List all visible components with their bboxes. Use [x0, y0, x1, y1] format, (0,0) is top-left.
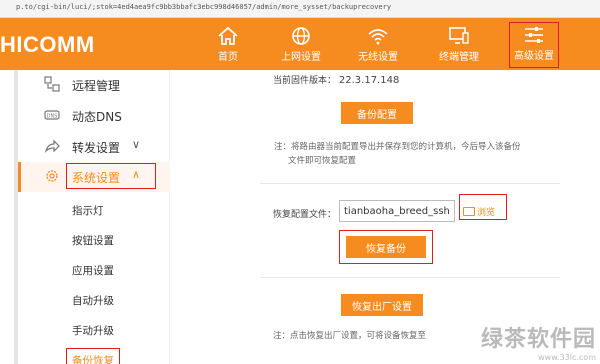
sidebar-item-label: 转发设置: [72, 141, 121, 155]
wifi-icon: [368, 29, 388, 45]
submenu-item-auto-upgrade[interactable]: 自动升级: [18, 286, 170, 314]
watermark-title: 绿茶软件园: [480, 327, 596, 352]
sidebar: 远程管理 DNS 动态DNS 转发设置 ∨ 系统设置 ∧ 指示灯 按钮设置 应用…: [0, 70, 170, 364]
factory-reset-button[interactable]: 恢复出厂设置: [341, 294, 423, 316]
nav-advanced-label: 高级设置: [514, 51, 554, 62]
monitor-icon: [449, 27, 469, 44]
home-icon: [218, 26, 238, 45]
submenu-item-led[interactable]: 指示灯: [18, 196, 170, 224]
backup-button[interactable]: 备份配置: [341, 102, 413, 124]
firmware-version-row: 当前固件版本： 22.3.17.148: [273, 73, 399, 86]
dns-icon: DNS: [44, 110, 60, 120]
submenu-item-manual-upgrade[interactable]: 手动升级: [18, 316, 170, 344]
factory-note: 注：点击恢复出厂设置，可将设备恢复至: [273, 331, 427, 341]
note-line: 文件即可恢复配置: [288, 156, 357, 166]
globe-icon: [292, 27, 310, 45]
chevron-down-icon: ∨: [132, 138, 141, 151]
nav-wireless[interactable]: 无线设置: [343, 24, 413, 68]
submenu-label: 手动升级: [72, 325, 114, 337]
firmware-version: 22.3.17.148: [338, 75, 400, 86]
share-icon: [44, 139, 60, 154]
highlight-box: [66, 163, 156, 189]
watermark-url: www.33lc.com: [538, 353, 596, 362]
sliders-icon: [525, 27, 543, 43]
submenu-label: 应用设置: [72, 265, 114, 277]
divider: [260, 183, 560, 184]
url-text: p.to/cgi-bin/luci/;stok=4ed4aea9fc9bb3bb…: [16, 3, 392, 11]
nav-internet-label: 上网设置: [281, 52, 321, 63]
highlight-box: [459, 194, 507, 220]
remote-icon: [44, 76, 60, 92]
sidebar-item-forwarding[interactable]: 转发设置 ∨: [18, 132, 170, 162]
nav-devices-label: 终端管理: [439, 52, 479, 63]
brand-logo: HICOMM: [0, 32, 95, 57]
submenu-label: 按钮设置: [72, 235, 114, 247]
gear-icon: [46, 170, 58, 182]
restore-file-input[interactable]: [339, 200, 455, 222]
nav-advanced[interactable]: 高级设置: [509, 22, 559, 68]
backup-note: 注：将路由器当前配置导出并保存到您的计算机，今后导入该备份 文件即可恢复配置: [274, 140, 574, 168]
sidebar-item-label: 动态DNS: [72, 110, 122, 124]
submenu-label: 指示灯: [72, 205, 104, 217]
submenu-label: 自动升级: [72, 295, 114, 307]
nav-home-label: 首页: [218, 52, 238, 63]
nav-home[interactable]: 首页: [193, 24, 263, 68]
sidebar-item-ddns[interactable]: DNS 动态DNS: [18, 101, 170, 131]
watermark: 绿茶软件园 www.33lc.com: [481, 321, 596, 362]
highlight-box: [66, 348, 120, 364]
submenu-item-apps[interactable]: 应用设置: [18, 256, 170, 284]
restore-label: 恢复配置文件：: [273, 210, 337, 220]
firmware-label: 当前固件版本：: [273, 76, 337, 86]
highlight-box: [339, 230, 433, 264]
divider: [260, 277, 560, 278]
top-header: HICOMM 首页 上网设置 无线设置 终端管理 高级设置: [0, 18, 600, 70]
sidebar-item-remote[interactable]: 远程管理: [18, 70, 170, 100]
main-panel: 当前固件版本： 22.3.17.148 备份配置 注：将路由器当前配置导出并保存…: [170, 70, 600, 364]
nav-wireless-label: 无线设置: [358, 52, 398, 63]
nav-internet[interactable]: 上网设置: [266, 24, 336, 68]
submenu-item-buttons[interactable]: 按钮设置: [18, 226, 170, 254]
svg-text:DNS: DNS: [47, 114, 58, 120]
note-line: 注：将路由器当前配置导出并保存到您的计算机，今后导入该备份: [274, 142, 521, 152]
address-bar[interactable]: p.to/cgi-bin/luci/;stok=4ed4aea9fc9bb3bb…: [0, 0, 600, 18]
sidebar-item-label: 远程管理: [72, 79, 121, 93]
nav-devices[interactable]: 终端管理: [424, 24, 494, 68]
